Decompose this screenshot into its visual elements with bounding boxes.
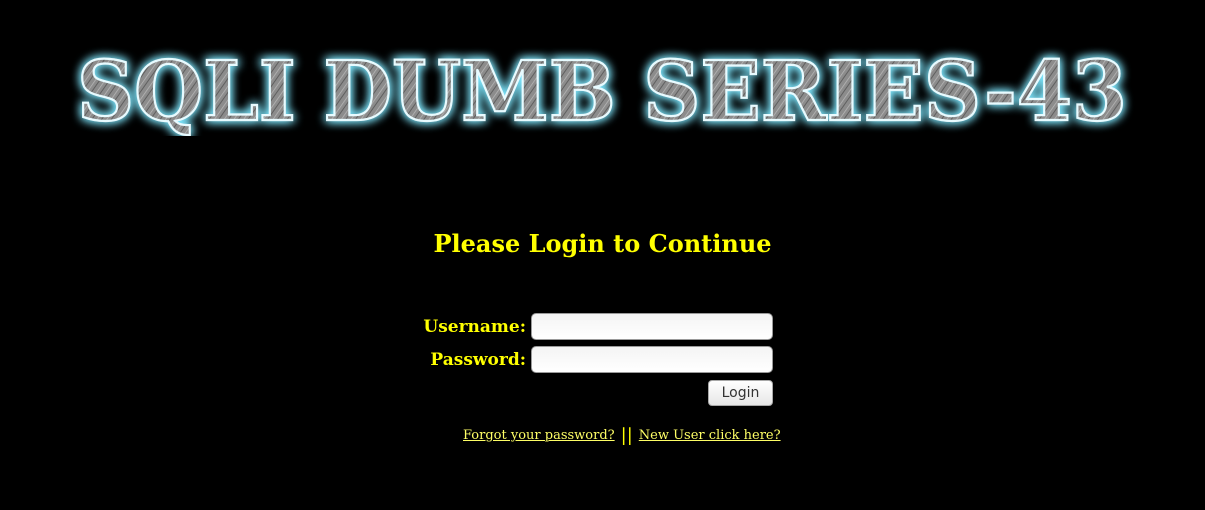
- password-input[interactable]: [531, 346, 773, 373]
- password-row: Password:: [0, 346, 1205, 374]
- login-heading: Please Login to Continue: [433, 229, 772, 258]
- password-label: Password:: [430, 350, 526, 370]
- username-input[interactable]: [531, 313, 773, 340]
- links-separator: ||: [620, 425, 633, 446]
- login-button[interactable]: Login: [708, 380, 773, 406]
- site-banner: SQLI DUMB SERIES-43: [70, 46, 1135, 136]
- username-row: Username:: [0, 313, 1205, 341]
- banner-logo: SQLI DUMB SERIES-43: [76, 46, 1128, 136]
- forgot-password-link[interactable]: Forgot your password?: [463, 428, 615, 443]
- new-user-link[interactable]: New User click here?: [639, 428, 781, 443]
- account-links: Forgot your password? || New User click he…: [463, 426, 781, 446]
- username-label: Username:: [423, 317, 526, 337]
- banner-title: SQLI DUMB SERIES-43: [77, 46, 1127, 136]
